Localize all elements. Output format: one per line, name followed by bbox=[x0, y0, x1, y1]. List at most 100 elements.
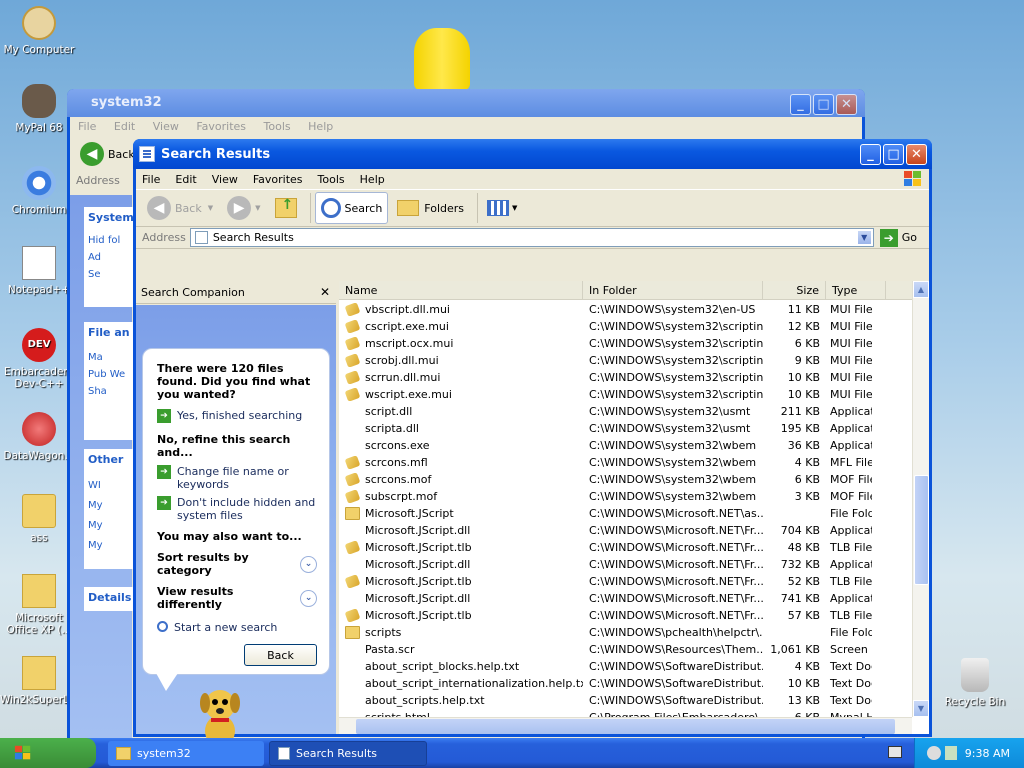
table-row[interactable]: about_scripts.help.txt C:\WINDOWS\Softwar… bbox=[339, 692, 912, 709]
maximize-icon[interactable]: □ bbox=[813, 94, 834, 115]
menu-view[interactable]: View bbox=[212, 173, 238, 186]
table-row[interactable]: scripta.dll C:\WINDOWS\system32\usmt 195 K… bbox=[339, 420, 912, 437]
menu-favorites[interactable]: Favorites bbox=[196, 120, 246, 133]
forward-button[interactable]: ▶ ▼ bbox=[222, 192, 265, 224]
menu-help[interactable]: Help bbox=[308, 120, 333, 133]
back-button[interactable]: ◀ Back ▼ bbox=[142, 192, 218, 224]
views-button[interactable]: ▼ bbox=[482, 192, 522, 224]
file-name-cell: script.dll bbox=[365, 405, 413, 418]
close-icon[interactable]: ✕ bbox=[836, 94, 857, 115]
menu-view[interactable]: View bbox=[153, 120, 179, 133]
views-dropdown-icon[interactable]: ▼ bbox=[512, 204, 517, 212]
table-row[interactable]: Microsoft.JScript.dll C:\WINDOWS\Microsof… bbox=[339, 556, 912, 573]
table-row[interactable]: scripts C:\WINDOWS\pchealth\helpctr\... Fi… bbox=[339, 624, 912, 641]
table-row[interactable]: Microsoft.JScript.tlb C:\WINDOWS\Microsof… bbox=[339, 539, 912, 556]
column-header-folder[interactable]: In Folder bbox=[583, 281, 763, 299]
desktop-icon-recycle-bin[interactable]: Recycle Bin bbox=[936, 658, 1014, 708]
file-name-cell: scrcons.mof bbox=[339, 473, 583, 486]
file-type-cell: MUI File bbox=[830, 371, 872, 384]
horizontal-scroll-thumb[interactable] bbox=[356, 719, 895, 734]
file-name-cell: Microsoft.JScript.dll bbox=[365, 558, 471, 571]
file-type-cell: MOF File bbox=[830, 473, 872, 486]
table-row[interactable]: about_script_blocks.help.txt C:\WINDOWS\S… bbox=[339, 658, 912, 675]
address-dropdown-icon[interactable]: ▼ bbox=[856, 230, 872, 245]
desktop-icon-my-computer[interactable]: My Computer bbox=[0, 6, 78, 56]
keyboard-icon[interactable] bbox=[888, 746, 902, 758]
taskbar-item-system32[interactable]: system32 bbox=[108, 741, 264, 766]
taskbar-item-search-results[interactable]: Search Results bbox=[269, 741, 427, 766]
close-pane-icon[interactable]: ✕ bbox=[320, 285, 330, 299]
scroll-thumb[interactable] bbox=[914, 475, 929, 585]
file-folder-cell: C:\WINDOWS\pchealth\helpctr\... bbox=[589, 626, 763, 639]
sort-results-option[interactable]: Sort results by category ⌄ bbox=[157, 551, 317, 577]
companion-back-button[interactable]: Back bbox=[244, 644, 317, 666]
table-row[interactable]: vbscript.dll.mui C:\WINDOWS\system32\en-U… bbox=[339, 301, 912, 318]
yes-finished-option[interactable]: ➔ Yes, finished searching bbox=[157, 409, 317, 423]
change-file-name-option[interactable]: ➔ Change file name or keywords bbox=[157, 465, 317, 491]
file-name-cell: scripta.dll bbox=[365, 422, 419, 435]
up-button[interactable]: ↑ bbox=[270, 192, 302, 224]
search-button[interactable]: Search bbox=[314, 192, 389, 224]
table-row[interactable]: cscript.exe.mui C:\WINDOWS\system32\scrip… bbox=[339, 318, 912, 335]
column-header-name[interactable]: Name bbox=[339, 281, 583, 299]
menu-file[interactable]: File bbox=[142, 173, 160, 186]
table-row[interactable]: scrrun.dll.mui C:\WINDOWS\system32\script… bbox=[339, 369, 912, 386]
tray-volume-icon[interactable] bbox=[944, 746, 957, 760]
dont-include-hidden-option[interactable]: ➔ Don't include hidden and system files bbox=[157, 496, 317, 522]
toolbar-separator bbox=[309, 193, 311, 223]
table-row[interactable]: scrcons.mof C:\WINDOWS\system32\wbem 6 KB M… bbox=[339, 471, 912, 488]
address-bar: Address Search Results ▼ ➔ Go bbox=[136, 227, 929, 249]
folders-button[interactable]: Folders bbox=[392, 192, 469, 224]
table-row[interactable]: script.dll C:\WINDOWS\system32\usmt 211 KB… bbox=[339, 403, 912, 420]
maximize-icon[interactable]: □ bbox=[883, 143, 904, 165]
go-button[interactable]: ➔ Go bbox=[879, 228, 917, 247]
table-row[interactable]: Microsoft.JScript.tlb C:\WINDOWS\Microsof… bbox=[339, 573, 912, 590]
start-button[interactable] bbox=[0, 738, 96, 768]
menu-help[interactable]: Help bbox=[360, 173, 385, 186]
scroll-up-icon[interactable]: ▲ bbox=[913, 281, 929, 298]
search-results-window[interactable]: Search Results _ □ ✕ File Edit View Favo… bbox=[133, 139, 932, 751]
scroll-down-icon[interactable]: ▼ bbox=[913, 700, 929, 717]
forward-dropdown-icon[interactable]: ▼ bbox=[255, 204, 260, 212]
windows-logo-icon bbox=[14, 745, 31, 760]
address-input[interactable]: Search Results ▼ bbox=[189, 228, 874, 247]
vertical-scrollbar[interactable]: ▲ ▼ bbox=[912, 281, 929, 717]
close-icon[interactable]: ✕ bbox=[906, 143, 927, 165]
menu-edit[interactable]: Edit bbox=[114, 120, 135, 133]
file-name-cell: Microsoft.JScript.tlb bbox=[339, 609, 583, 622]
column-header-type[interactable]: Type bbox=[826, 281, 886, 299]
system32-back-button[interactable]: Back bbox=[108, 148, 135, 161]
table-row[interactable]: Microsoft.JScript C:\WINDOWS\Microsoft.NE… bbox=[339, 505, 912, 522]
view-results-option[interactable]: View results differently ⌄ bbox=[157, 585, 317, 611]
table-row[interactable]: Microsoft.JScript.dll C:\WINDOWS\Microsof… bbox=[339, 590, 912, 607]
tray-network-icon[interactable] bbox=[926, 746, 941, 760]
table-row[interactable]: scrobj.dll.mui C:\WINDOWS\system32\script… bbox=[339, 352, 912, 369]
minimize-icon[interactable]: _ bbox=[790, 94, 811, 115]
column-header-size[interactable]: Size bbox=[763, 281, 826, 299]
table-row[interactable]: Pasta.scr C:\WINDOWS\Resources\Them... 1,0… bbox=[339, 641, 912, 658]
table-row[interactable]: Microsoft.JScript.tlb C:\WINDOWS\Microsof… bbox=[339, 607, 912, 624]
file-folder-cell: C:\WINDOWS\system32\scripting bbox=[589, 354, 763, 367]
file-size-cell: 4 KB bbox=[794, 660, 820, 673]
green-arrow-icon: ➔ bbox=[157, 409, 171, 423]
table-row[interactable]: wscript.exe.mui C:\WINDOWS\system32\scrip… bbox=[339, 386, 912, 403]
table-row[interactable]: about_script_internationalization.help.t… bbox=[339, 675, 912, 692]
table-row[interactable]: subscrpt.mof C:\WINDOWS\system32\wbem 3 KB… bbox=[339, 488, 912, 505]
menu-tools[interactable]: Tools bbox=[264, 120, 291, 133]
horizontal-scrollbar[interactable] bbox=[339, 717, 912, 734]
start-new-search-option[interactable]: Start a new search bbox=[157, 621, 317, 634]
menu-file[interactable]: File bbox=[78, 120, 96, 133]
scroll-file-icon bbox=[344, 456, 361, 469]
minimize-icon[interactable]: _ bbox=[860, 143, 881, 165]
menu-favorites[interactable]: Favorites bbox=[253, 173, 303, 186]
table-row[interactable]: scrcons.mfl C:\WINDOWS\system32\wbem 4 KB M… bbox=[339, 454, 912, 471]
chevron-down-icon: ⌄ bbox=[300, 589, 317, 607]
titlebar[interactable]: Search Results _ □ ✕ bbox=[133, 139, 932, 169]
table-row[interactable]: scrcons.exe C:\WINDOWS\system32\wbem 36 KB… bbox=[339, 437, 912, 454]
table-row[interactable]: Microsoft.JScript.dll C:\WINDOWS\Microsof… bbox=[339, 522, 912, 539]
clock[interactable]: 9:38 AM bbox=[965, 747, 1010, 760]
back-dropdown-icon[interactable]: ▼ bbox=[208, 204, 213, 212]
table-row[interactable]: mscript.ocx.mui C:\WINDOWS\system32\scrip… bbox=[339, 335, 912, 352]
menu-edit[interactable]: Edit bbox=[175, 173, 196, 186]
menu-tools[interactable]: Tools bbox=[318, 173, 345, 186]
